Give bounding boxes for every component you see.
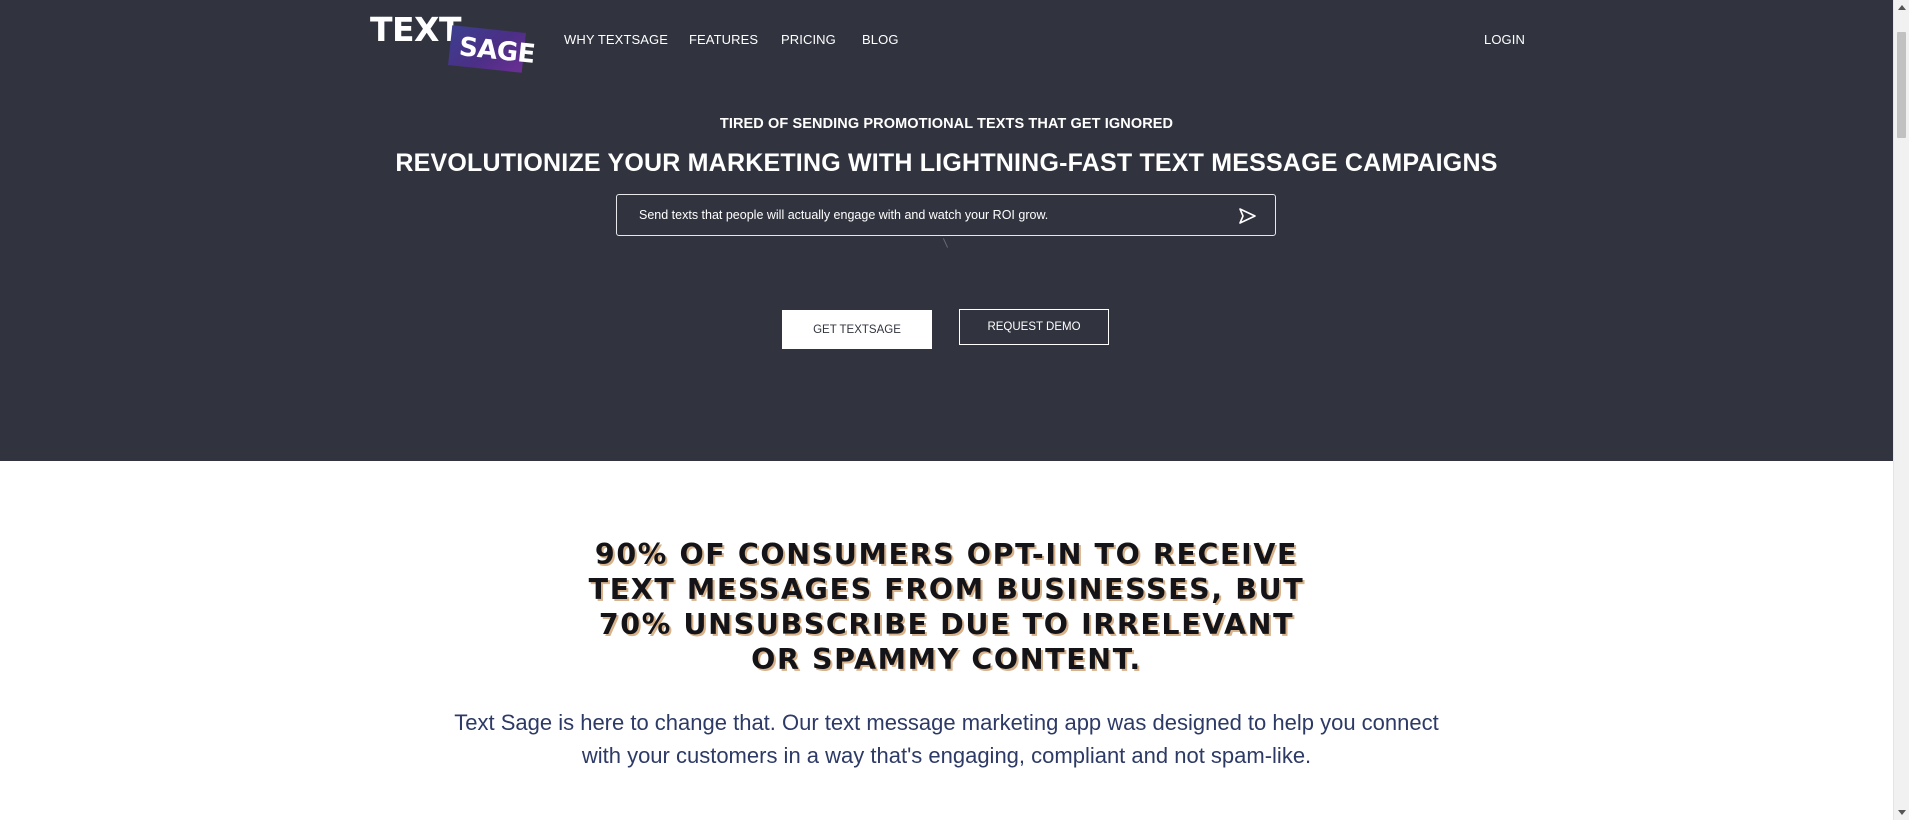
hero-headline: REVOLUTIONIZE YOUR MARKETING WITH LIGHTN… [395, 149, 1498, 177]
scroll-down-arrow-icon[interactable] [1898, 810, 1906, 815]
message-preview-text: Send texts that people will actually eng… [639, 208, 1049, 222]
nav-blog[interactable]: BLOG [862, 32, 899, 47]
send-icon[interactable] [1237, 206, 1257, 226]
nav-why-textsage[interactable]: WHY TEXTSAGE [564, 32, 668, 47]
stats-heading: 90% OF CONSUMERS OPT-IN TO RECEIVE TEXT … [0, 537, 1893, 677]
stats-heading-line: TEXT MESSAGES FROM BUSINESSES, BUT [588, 573, 1305, 606]
text-cursor-mark [942, 238, 949, 248]
logo-word-text: TEXT [370, 10, 462, 49]
get-textsage-button[interactable]: GET TEXTSAGE [782, 310, 932, 349]
nav-features[interactable]: FEATURES [689, 32, 758, 47]
request-demo-button[interactable]: REQUEST DEMO [959, 309, 1109, 345]
hero-section: TEXT SAGE WHY TEXTSAGE FEATURES PRICING … [0, 0, 1893, 461]
stats-body-line: Text Sage is here to change that. Our te… [454, 710, 1439, 735]
message-preview-box: Send texts that people will actually eng… [616, 194, 1276, 236]
nav-pricing[interactable]: PRICING [781, 32, 836, 47]
stats-heading-line: 70% UNSUBSCRIBE DUE TO IRRELEVANT [598, 608, 1295, 641]
textsage-logo[interactable]: TEXT SAGE [370, 10, 536, 74]
stats-body: Text Sage is here to change that. Our te… [0, 706, 1893, 772]
scroll-up-arrow-icon[interactable] [1898, 5, 1906, 10]
landing-page: TEXT SAGE WHY TEXTSAGE FEATURES PRICING … [0, 0, 1893, 820]
section-band [0, 773, 1893, 820]
vertical-scrollbar[interactable] [1893, 0, 1909, 820]
scrollbar-thumb[interactable] [1897, 32, 1906, 138]
stats-heading-line: 90% OF CONSUMERS OPT-IN TO RECEIVE [594, 538, 1299, 571]
nav-login[interactable]: LOGIN [1484, 32, 1525, 47]
stats-heading-line: OR SPAMMY CONTENT. [751, 643, 1142, 676]
stats-body-line: with your customers in a way that's enga… [581, 743, 1312, 768]
hero-eyebrow: TIRED OF SENDING PROMOTIONAL TEXTS THAT … [719, 116, 1174, 132]
